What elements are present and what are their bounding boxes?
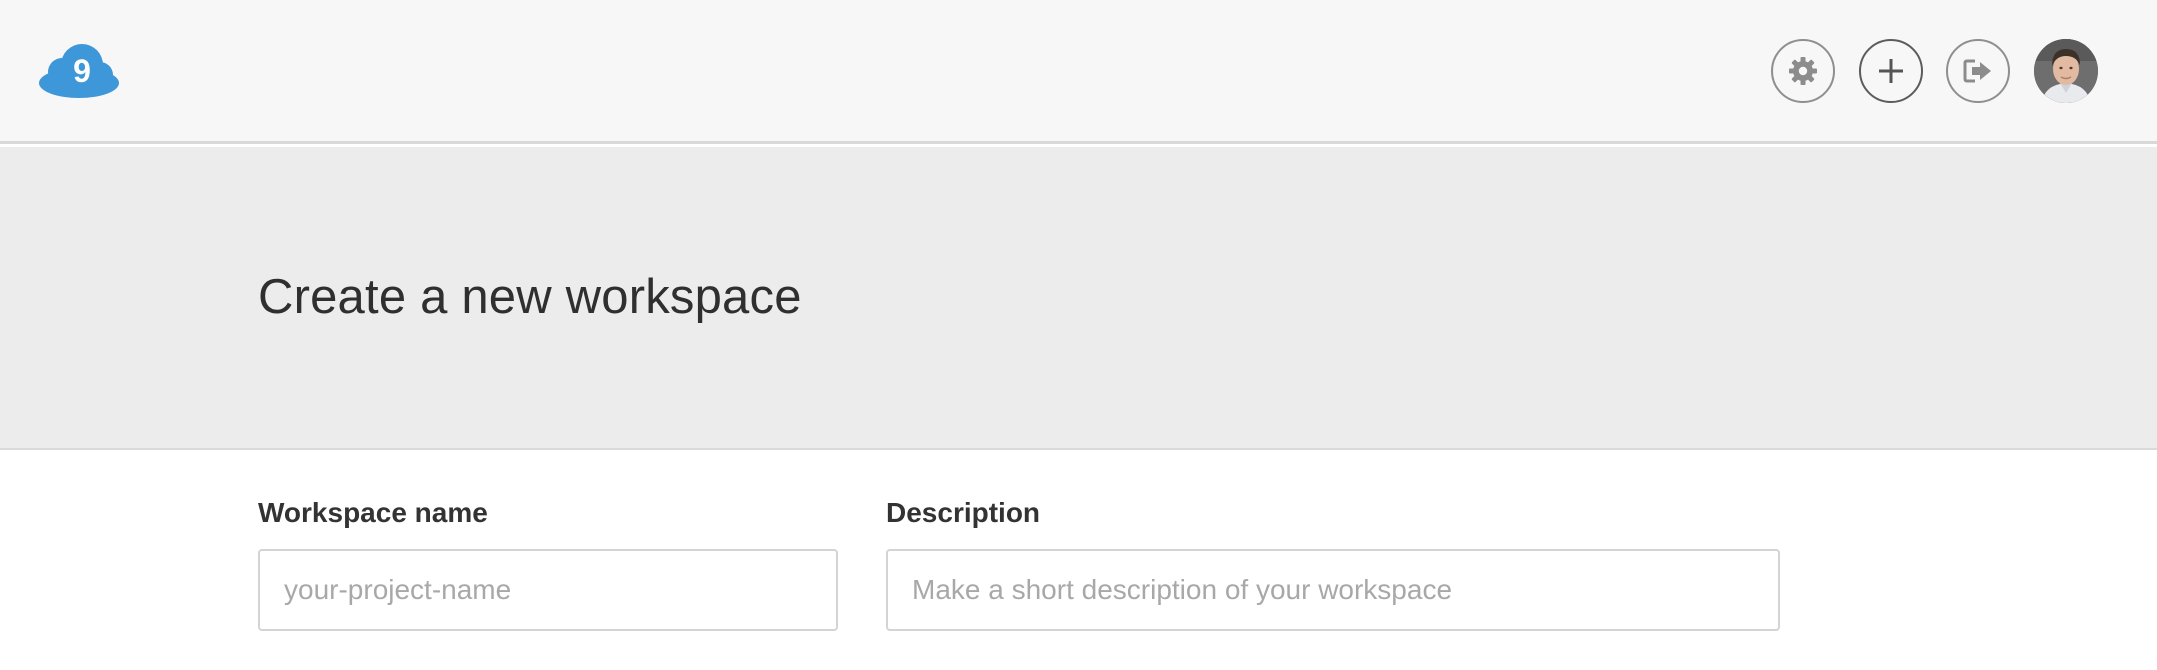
workspace-name-label: Workspace name xyxy=(258,497,488,528)
description-input[interactable] xyxy=(886,549,1780,631)
user-avatar[interactable] xyxy=(2034,39,2098,103)
page: 9 Create a new workspace Workspace name … xyxy=(0,0,2157,670)
description-label: Description xyxy=(886,497,1041,528)
settings-button[interactable] xyxy=(1771,39,1835,103)
workspace-name-input[interactable] xyxy=(258,549,838,631)
sign-out-icon xyxy=(1963,58,1993,84)
sign-out-button[interactable] xyxy=(1946,39,2010,103)
plus-icon xyxy=(1877,57,1905,85)
top-navigation-bar: 9 xyxy=(0,0,2157,144)
page-title: Create a new workspace xyxy=(258,270,802,324)
hero-banner: Create a new workspace xyxy=(0,147,2157,450)
svg-text:9: 9 xyxy=(73,53,91,89)
create-workspace-button[interactable] xyxy=(1859,39,1923,103)
gear-icon xyxy=(1788,56,1818,86)
cloud9-logo-icon[interactable]: 9 xyxy=(38,44,120,98)
